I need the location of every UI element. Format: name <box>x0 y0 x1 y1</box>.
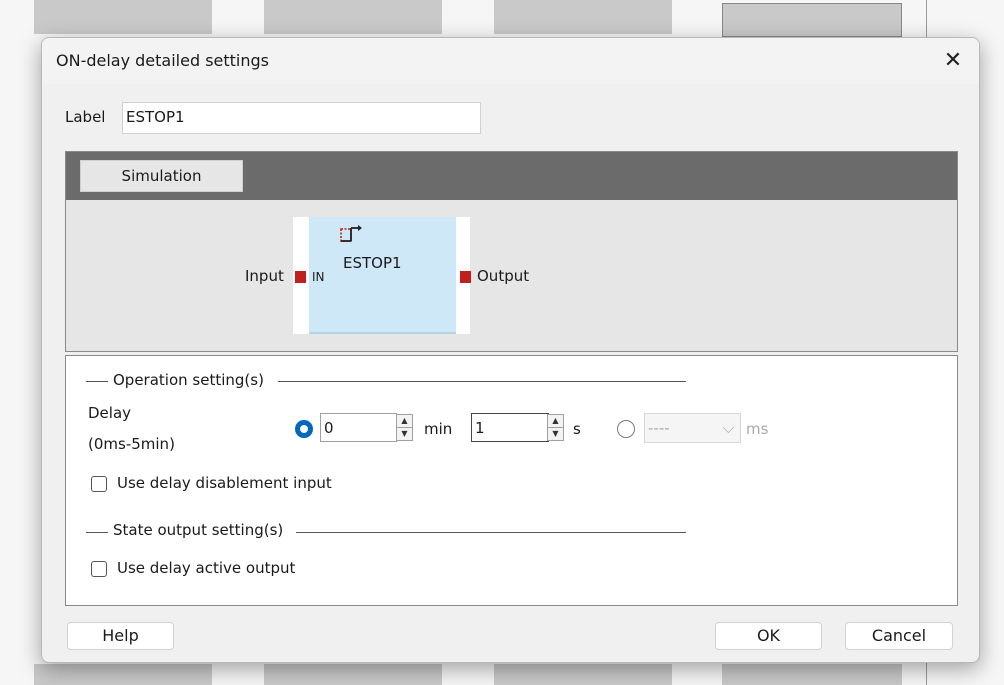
dialog-title: ON-delay detailed settings <box>56 51 269 70</box>
group-line-left <box>86 532 108 533</box>
input-label: Input <box>245 267 284 285</box>
simulation-panel: Simulation ESTOP1 Input IN Output <box>65 151 958 352</box>
spin-down-icon[interactable]: ▼ <box>397 428 412 440</box>
ms-radio[interactable] <box>617 420 635 438</box>
delay-active-output-label: Use delay active output <box>117 559 296 577</box>
spin-up-icon[interactable]: ▲ <box>397 415 412 428</box>
delay-disablement-checkbox[interactable] <box>91 476 107 492</box>
tab-simulation[interactable]: Simulation <box>80 160 243 192</box>
background-window <box>34 664 212 685</box>
group-line-left <box>86 381 108 382</box>
min-sec-radio[interactable] <box>295 420 313 438</box>
seconds-unit: s <box>573 420 581 438</box>
function-block[interactable] <box>309 217 456 334</box>
ms-select[interactable]: ---- ⌵ <box>644 413 741 443</box>
seconds-spinner[interactable]: ▲ ▼ <box>547 414 564 441</box>
settings-panel: Operation setting(s) Delay (0ms-5min) 0 … <box>65 355 958 606</box>
group-line-right <box>278 381 686 382</box>
close-icon[interactable]: ✕ <box>937 46 969 76</box>
label-input[interactable]: ESTOP1 <box>122 102 481 134</box>
background-window <box>722 664 902 685</box>
chevron-down-icon: ⌵ <box>722 419 734 437</box>
block-name: ESTOP1 <box>343 254 402 272</box>
delay-active-output-checkbox[interactable] <box>91 561 107 577</box>
on-delay-settings-dialog: ON-delay detailed settings ✕ Label ESTOP… <box>41 37 980 663</box>
output-label: Output <box>477 267 530 285</box>
input-port[interactable] <box>295 271 306 283</box>
spin-up-icon[interactable]: ▲ <box>548 415 563 428</box>
on-delay-icon <box>340 225 362 242</box>
delay-disablement-label: Use delay disablement input <box>117 474 332 492</box>
seconds-input[interactable]: 1 <box>471 413 549 442</box>
background-window <box>264 0 442 34</box>
output-port[interactable] <box>460 271 471 283</box>
background-window <box>264 664 442 685</box>
delay-range-label: (0ms-5min) <box>88 435 175 453</box>
minutes-unit: min <box>424 420 453 438</box>
minutes-input[interactable]: 0 <box>320 413 397 442</box>
in-port-label: IN <box>312 270 325 284</box>
help-button[interactable]: Help <box>67 622 174 650</box>
delay-label: Delay <box>88 404 132 422</box>
background-window <box>494 0 672 34</box>
simulation-header: Simulation <box>66 152 957 200</box>
minutes-spinner[interactable]: ▲ ▼ <box>396 414 413 441</box>
cancel-button[interactable]: Cancel <box>845 622 953 650</box>
label-caption: Label <box>65 108 106 126</box>
background-window <box>34 0 212 34</box>
spin-down-icon[interactable]: ▼ <box>548 428 563 440</box>
state-output-group-title: State output setting(s) <box>113 521 284 539</box>
ok-button[interactable]: OK <box>715 622 822 650</box>
title-bar: ON-delay detailed settings ✕ <box>42 38 979 84</box>
group-line-right <box>296 532 686 533</box>
background-window <box>494 664 672 685</box>
background-window <box>722 3 902 37</box>
operation-group-title: Operation setting(s) <box>113 371 264 389</box>
ms-select-value: ---- <box>648 419 670 437</box>
ms-unit: ms <box>746 420 769 438</box>
